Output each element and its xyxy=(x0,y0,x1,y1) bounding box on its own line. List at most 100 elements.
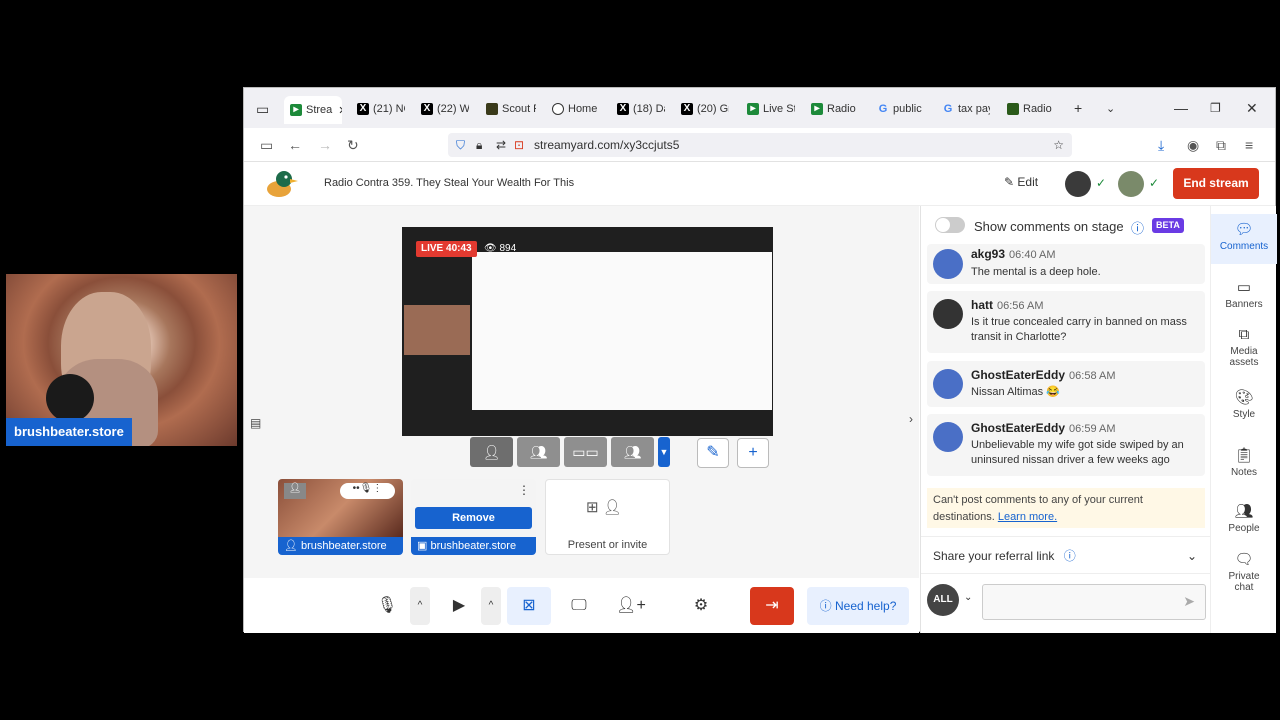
url-field[interactable]: ⛉ 🔒︎ ⇄ ⊡ streamyard.com/xy3ccjuts5 ☆ xyxy=(448,133,1072,157)
end-stream-button[interactable]: End stream xyxy=(1173,168,1259,199)
comment-time: 06:58 AM xyxy=(1069,370,1116,382)
tab-9[interactable]: Gpublic xyxy=(877,98,925,120)
downloads-icon[interactable]: ⤓ xyxy=(1158,137,1164,154)
camera-options-button[interactable]: ^ xyxy=(481,587,501,625)
reload-icon[interactable]: ↻ xyxy=(347,137,359,154)
remove-button[interactable]: Remove xyxy=(415,507,532,529)
comment-body: Unbelievable my wife got side swiped by … xyxy=(971,439,1184,466)
permissions-icon[interactable]: ⇄ xyxy=(496,133,506,157)
rail-banners[interactable]: ▭ Banners xyxy=(1211,278,1277,310)
tab-5[interactable]: X (18) Da xyxy=(617,98,665,120)
mic-button[interactable]: 🎙︎ xyxy=(370,587,404,625)
sidebar-toggle-icon[interactable]: ▭ xyxy=(260,137,273,154)
layout-side-by-side[interactable]: 👥︎ xyxy=(517,437,560,467)
tab-3[interactable]: Scout R xyxy=(486,98,536,120)
close-window-icon[interactable]: ✕ xyxy=(1246,100,1258,117)
destination-filter-button[interactable]: ALL xyxy=(927,584,959,616)
more-options-icon[interactable]: ⋮ xyxy=(518,483,530,497)
edit-layout-button[interactable]: ✎ xyxy=(697,438,729,468)
comment-time: 06:56 AM xyxy=(997,300,1044,312)
new-tab-icon[interactable]: + xyxy=(1074,100,1082,116)
destination-avatar-x[interactable] xyxy=(1065,171,1091,197)
back-icon[interactable]: ← xyxy=(288,137,302,153)
tab-6[interactable]: X (20) Gr xyxy=(681,98,729,120)
forward-icon[interactable]: → xyxy=(318,137,332,153)
share-referral-link[interactable]: Share your referral link ⓘ ⌄ xyxy=(921,536,1211,574)
layout-panel-icon[interactable]: ▤ xyxy=(250,416,261,430)
account-icon[interactable]: ◉ xyxy=(1187,137,1199,154)
tab-7[interactable]: ▸ Live Str xyxy=(747,98,795,120)
expand-chevron-icon[interactable]: › xyxy=(909,412,913,426)
screen-share-indicator-icon[interactable]: ⊡ xyxy=(514,133,524,157)
tab-4[interactable]: Home xyxy=(552,98,600,120)
lock-icon[interactable]: 🔒︎ xyxy=(476,133,482,157)
leave-studio-button[interactable]: ⇥ xyxy=(750,587,794,625)
comment-item[interactable]: akg93 06:40 AM The mental is a deep hole. xyxy=(927,244,1205,284)
comment-item[interactable]: GhostEaterEddy 06:58 AM Nissan Altimas 😂 xyxy=(927,361,1205,407)
layout-screen[interactable]: 👥︎ xyxy=(611,437,654,467)
help-icon[interactable]: ⓘ xyxy=(1064,549,1076,563)
mic-options-button[interactable]: ^ xyxy=(410,587,430,625)
show-comments-toggle[interactable] xyxy=(935,217,965,233)
rail-comments[interactable]: 💬︎ Comments xyxy=(1211,214,1277,264)
tab-1[interactable]: X (21) NC xyxy=(357,98,405,120)
rail-label: Style xyxy=(1232,409,1256,420)
comment-item[interactable]: GhostEaterEddy 06:59 AM Unbelievable my w… xyxy=(927,414,1205,476)
tab-label: (18) Da xyxy=(633,103,665,115)
need-help-button[interactable]: ⓘ Need help? xyxy=(807,587,909,625)
add-layout-button[interactable]: + xyxy=(737,438,769,468)
tab-list-icon[interactable]: ⌄ xyxy=(1106,102,1115,115)
minimize-icon[interactable]: — xyxy=(1174,100,1188,116)
layout-solo[interactable]: 👤︎ xyxy=(470,437,513,467)
rail-media-assets[interactable]: ⧉ Media assets xyxy=(1211,326,1277,368)
send-icon[interactable]: ➤ xyxy=(1183,593,1195,610)
cant-post-notice: Can't post comments to any of your curre… xyxy=(927,488,1205,528)
help-icon[interactable]: ⓘ xyxy=(1131,218,1144,237)
rail-private-chat[interactable]: 🗨︎ Private chat xyxy=(1211,550,1277,593)
tab-11[interactable]: Radio C xyxy=(1007,98,1055,120)
chat-icon: 🗨︎ xyxy=(1234,551,1254,568)
restore-icon[interactable]: ❐ xyxy=(1210,101,1221,115)
eye-icon: 👁︎ xyxy=(484,243,497,254)
screen: brushbeater.store ▭ ▸ Strea ✕ X (21) NC X… xyxy=(0,0,1280,720)
participant-thumb-screen[interactable]: ⋮ Remove ▣ brushbeater.store xyxy=(411,479,536,555)
rail-people[interactable]: 👥︎ People xyxy=(1211,502,1277,534)
stop-screen-share-button[interactable]: ⊠ xyxy=(507,587,551,625)
menu-icon[interactable]: ≡ xyxy=(1245,137,1253,153)
camera-button[interactable]: ▶︎ xyxy=(442,587,476,625)
layout-group[interactable]: ▭▭ xyxy=(564,437,607,467)
edit-button[interactable]: ✎ Edit xyxy=(1004,175,1038,189)
invite-button[interactable]: 👤︎+ xyxy=(614,587,648,625)
tab-10[interactable]: Gtax pay xyxy=(942,98,990,120)
share-screen-button[interactable]: 🖵︎ xyxy=(562,587,596,625)
author-name: GhostEaterEddy xyxy=(971,368,1066,382)
shield-icon[interactable]: ⛉ xyxy=(456,133,465,157)
settings-button[interactable]: ⚙︎ xyxy=(684,587,718,625)
participant-thumb-camera[interactable]: 👤︎ ••🎙︎⋮ 👤︎ brushbeater.store xyxy=(278,479,403,555)
x-icon: X xyxy=(617,103,629,115)
x-icon: X xyxy=(421,103,433,115)
tab-2[interactable]: X (22) W xyxy=(421,98,469,120)
extensions-icon[interactable]: ⧉ xyxy=(1216,137,1226,154)
address-bar: ▭ ← → ↻ ⛉ 🔒︎ ⇄ ⊡ streamyard.com/xy3ccjut… xyxy=(244,128,1275,162)
bookmark-star-icon[interactable]: ☆ xyxy=(1053,133,1064,157)
chat-input[interactable]: ➤ xyxy=(982,584,1206,620)
rail-notes[interactable]: 📋︎ Notes xyxy=(1211,446,1277,478)
browser-window: ▭ ▸ Strea ✕ X (21) NC X (22) W Scout R Hom… xyxy=(243,87,1277,633)
tab-actions-icon[interactable]: ▭ xyxy=(256,101,269,118)
close-tab-icon[interactable]: ✕ xyxy=(338,104,342,117)
tab-0[interactable]: ▸ Strea ✕ xyxy=(284,96,342,124)
chevron-down-icon[interactable]: ⌄ xyxy=(964,592,972,603)
bottom-toolbar: 🎙︎ ^ ▶︎ ^ ⊠ 🖵︎ 👤︎+ ⚙︎ ⇥ ⓘ Need help? xyxy=(244,578,919,633)
comment-body: Nissan Altimas 😂 xyxy=(971,386,1060,398)
palette-icon: 🎨︎ xyxy=(1234,389,1254,406)
destination-avatar-rumble[interactable] xyxy=(1118,171,1144,197)
learn-more-link[interactable]: Learn more. xyxy=(998,511,1057,523)
right-rail: 💬︎ Comments ▭ Banners ⧉ Media assets 🎨︎ Styl… xyxy=(1210,206,1277,633)
tab-8[interactable]: ▸ Radio C xyxy=(811,98,859,120)
rail-style[interactable]: 🎨︎ Style xyxy=(1211,388,1277,420)
mic-menu-icon[interactable]: ••🎙︎⋮ xyxy=(340,483,395,499)
comment-item[interactable]: hatt 06:56 AM Is it true concealed carry … xyxy=(927,291,1205,353)
more-layouts-button[interactable]: ▼ xyxy=(658,437,670,467)
present-or-invite-button[interactable]: ⊞ 👤︎ Present or invite xyxy=(545,479,670,555)
